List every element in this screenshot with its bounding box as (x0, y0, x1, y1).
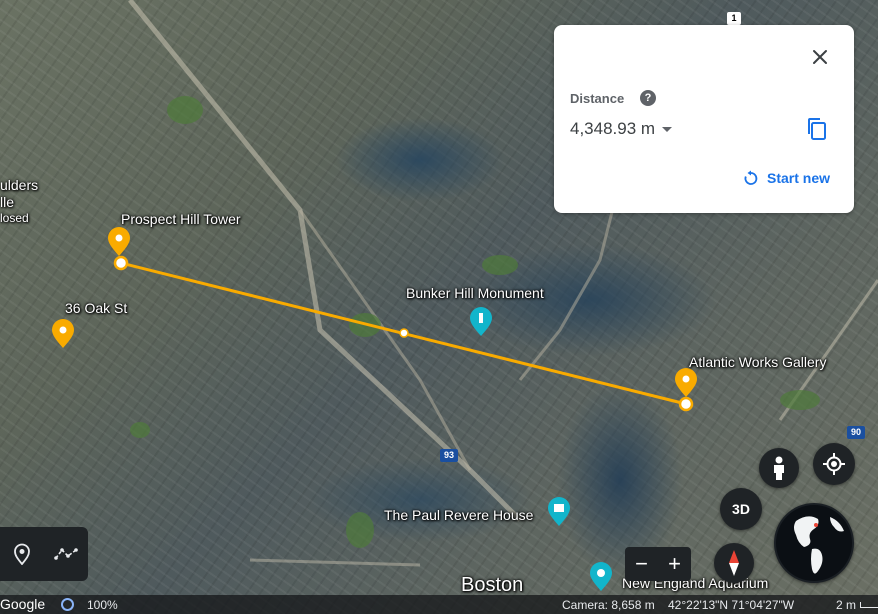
pin-oak-st[interactable] (52, 319, 74, 348)
label-boulders-1: ulders (0, 177, 39, 193)
path-icon (54, 548, 78, 560)
zoom-out-button[interactable]: − (625, 547, 658, 581)
measure-start-point[interactable] (113, 255, 129, 271)
label-prospect-hill[interactable]: Prospect Hill Tower (121, 211, 241, 227)
start-new-label: Start new (766, 170, 830, 186)
load-percentage: 100% (87, 598, 118, 612)
compass-icon (729, 550, 739, 576)
status-bar: Google 100% Camera: 8,658 m 42°22'13"N 7… (0, 595, 878, 614)
pin-prospect-hill[interactable] (108, 227, 130, 256)
toggle-3d-button[interactable]: 3D (720, 488, 762, 530)
park (482, 255, 518, 275)
globe-view-button[interactable] (774, 503, 854, 583)
close-icon (813, 50, 827, 64)
label-atlantic-works[interactable]: Atlantic Works Gallery (689, 354, 826, 370)
pegman-icon (774, 456, 784, 480)
highway-ramp (298, 209, 472, 471)
copy-icon (808, 118, 826, 140)
label-boston: Boston (461, 574, 524, 596)
restart-icon (744, 170, 758, 185)
start-new-button[interactable]: Start new (743, 170, 830, 186)
park (346, 512, 374, 548)
label-paul-revere[interactable]: The Paul Revere House (384, 507, 533, 523)
distance-panel: Distance ? 4,348.93 m Start new (554, 25, 854, 213)
help-icon[interactable]: ? (640, 90, 656, 106)
unit-selector[interactable]: 4,348.93 m (570, 119, 673, 139)
crosshair-icon (823, 453, 845, 475)
route-1-shield: 1 (727, 12, 741, 25)
label-boulders-2: lle (0, 194, 15, 210)
pin-bunker-hill[interactable] (470, 307, 492, 336)
close-button[interactable] (808, 45, 832, 69)
compass-button[interactable] (714, 543, 754, 583)
highway-93 (128, 0, 522, 522)
measure-end-point[interactable] (678, 396, 694, 412)
label-bunker-hill[interactable]: Bunker Hill Monument (406, 285, 544, 301)
draw-line-button[interactable] (49, 537, 83, 571)
scale-label: 2 m (836, 598, 857, 612)
copy-button[interactable] (806, 117, 828, 141)
cursor-coordinates: 42°22'13"N 71°04'27"W (668, 598, 795, 612)
street-view-button[interactable] (759, 448, 799, 488)
my-location-button[interactable] (813, 443, 855, 485)
camera-altitude: Camera: 8,658 m (562, 598, 655, 612)
scale-bar (860, 602, 878, 608)
loading-ring-icon (61, 598, 74, 611)
google-logo: Google (0, 596, 46, 612)
park (780, 390, 820, 410)
place-pin-button[interactable] (5, 537, 39, 571)
zoom-in-button[interactable]: + (658, 547, 691, 581)
route-93-shield: 93 (440, 449, 458, 462)
pin-ne-aquarium[interactable] (590, 562, 612, 591)
pin-outline-icon (14, 543, 30, 565)
caret-down-icon (662, 126, 673, 132)
globe-icon (776, 505, 852, 581)
route-90-shield: 90 (847, 426, 865, 439)
pin-atlantic-works[interactable] (675, 368, 697, 397)
park (167, 96, 203, 124)
label-oak-st[interactable]: 36 Oak St (65, 300, 127, 316)
distance-value: 4,348.93 m (570, 119, 656, 138)
zoom-controls: − + (625, 547, 691, 581)
pin-paul-revere[interactable] (548, 497, 570, 526)
bridge-south (249, 558, 421, 567)
label-boulders-3: losed (0, 211, 29, 225)
park (130, 422, 150, 438)
measure-midpoint[interactable] (399, 328, 409, 338)
left-toolbar (0, 527, 88, 581)
distance-title: Distance (570, 91, 625, 106)
